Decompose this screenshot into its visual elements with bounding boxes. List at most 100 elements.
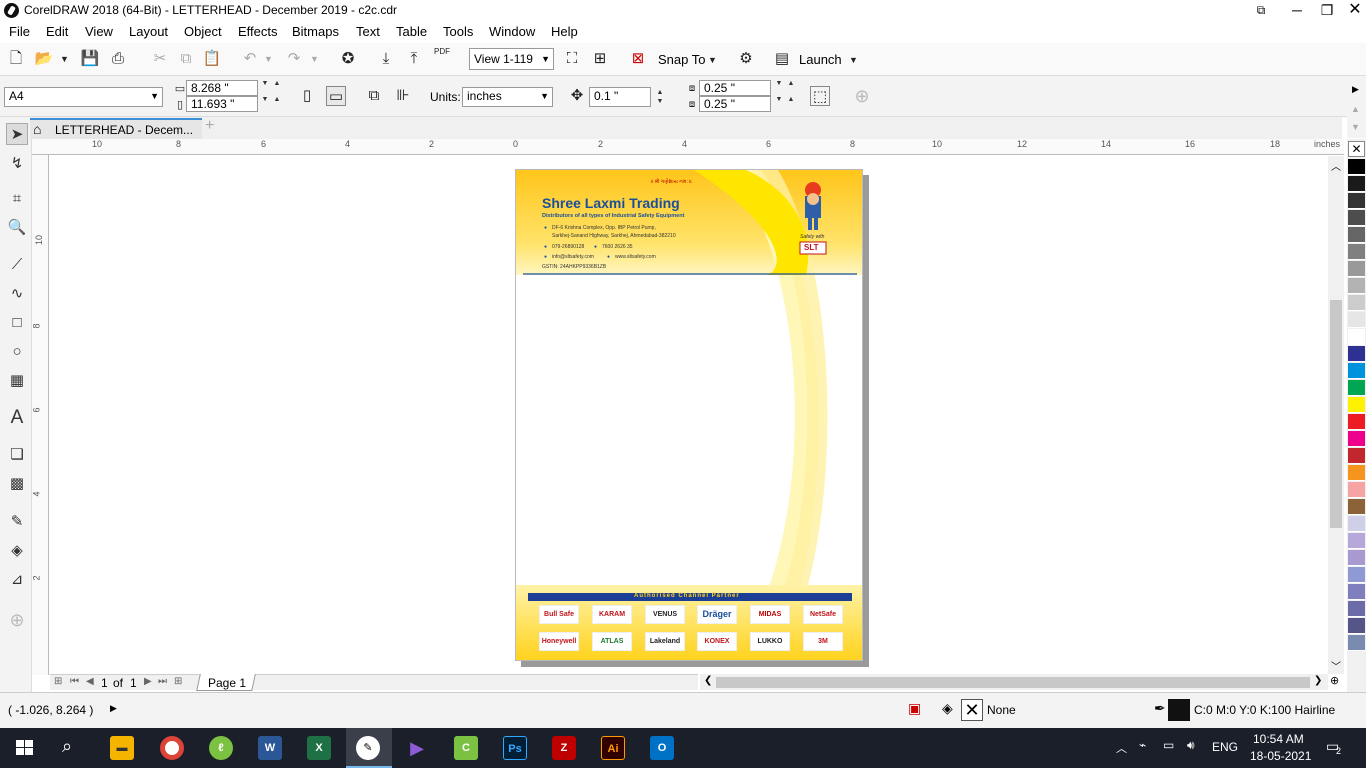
menu-table[interactable]: Table (396, 24, 427, 39)
paper-size-select[interactable]: A4 ▼ (4, 87, 163, 107)
camtasia-icon[interactable]: C (454, 736, 478, 760)
freehand-tool-icon[interactable]: ⟋ (6, 254, 28, 276)
last-page-icon[interactable]: ⏭ (158, 676, 167, 687)
dup-x-spinner-up[interactable]: ▲ (784, 80, 798, 96)
shape-tool-icon[interactable]: ↯ (6, 153, 28, 175)
snap-dropdown-icon[interactable]: ▼ (708, 55, 717, 65)
ellipse-tool-icon[interactable]: ○ (6, 341, 28, 363)
photoshop-icon[interactable]: Ps (503, 736, 527, 760)
first-page-icon[interactable]: ⏮ (70, 676, 79, 687)
import-icon[interactable]: ⤓ (376, 49, 396, 69)
print-icon[interactable]: ⎙ (108, 49, 128, 69)
artistic-media-icon[interactable]: ∿ (6, 283, 28, 305)
color-swatch[interactable] (1348, 210, 1365, 226)
publish-pdf-icon[interactable]: PDF (432, 47, 452, 67)
menu-help[interactable]: Help (551, 24, 578, 39)
color-swatch[interactable] (1348, 533, 1365, 549)
duplicate-x-input[interactable]: 0.25 " (699, 80, 771, 96)
account-icon[interactable]: ⧉ (1246, 0, 1276, 21)
add-page-after-icon[interactable]: ⊞ (174, 676, 182, 687)
color-swatch[interactable] (1348, 193, 1365, 209)
color-proof-icon[interactable]: ▣ (908, 700, 921, 717)
redo-dropdown-icon[interactable]: ▼ (310, 54, 319, 64)
next-page-icon[interactable]: ▶ (144, 676, 152, 687)
color-swatch[interactable] (1348, 567, 1365, 583)
outline-color-swatch[interactable] (1168, 699, 1190, 721)
menu-layout[interactable]: Layout (129, 24, 168, 39)
outlook-icon[interactable]: O (650, 736, 674, 760)
bleed-icon[interactable]: ⬚ (810, 86, 830, 106)
snap-icon[interactable]: ⊠ (628, 49, 648, 69)
paste-icon[interactable]: 📋 (202, 49, 222, 69)
page-width-input[interactable]: 8.268 " (186, 80, 258, 96)
table-tool-icon[interactable]: ▦ (6, 370, 28, 392)
corel-app-icon[interactable]: ℓ (209, 736, 233, 760)
search-content-icon[interactable]: ✪ (338, 49, 358, 69)
color-swatch[interactable] (1348, 380, 1365, 396)
scroll-up-icon[interactable]: ︿ (1331, 158, 1341, 173)
width-spinner-up[interactable]: ▲ (270, 80, 284, 96)
color-swatch[interactable] (1348, 312, 1365, 328)
close-button[interactable]: ✕ (1340, 0, 1366, 21)
previous-page-icon[interactable]: ◀ (86, 676, 94, 687)
crop-tool-icon[interactable]: ⌗ (6, 188, 28, 210)
no-fill-swatch[interactable]: ✕ (961, 699, 983, 721)
excel-icon[interactable]: X (307, 736, 331, 760)
scroll-down-icon[interactable]: ﹀ (1331, 658, 1341, 673)
no-color-swatch[interactable]: ✕ (1348, 141, 1365, 157)
color-swatch[interactable] (1348, 601, 1365, 617)
letterhead-page[interactable]: ॥ श्री ગણેશાય નમઃ ॥ Shree Laxmi Trading … (515, 169, 863, 661)
snap-to-label[interactable]: Snap To (658, 52, 705, 67)
menu-tools[interactable]: Tools (443, 24, 473, 39)
menu-text[interactable]: Text (356, 24, 380, 39)
color-swatch[interactable] (1348, 431, 1365, 447)
text-tool-icon[interactable]: A (6, 407, 28, 429)
new-document-icon[interactable]: 🗋 (6, 49, 26, 69)
all-pages-icon[interactable]: ⧉ (364, 86, 384, 106)
color-swatch[interactable] (1348, 244, 1365, 260)
launch-dropdown-icon[interactable]: ▼ (849, 55, 858, 65)
transparency-tool-icon[interactable]: ▩ (6, 473, 28, 495)
scroll-right-icon[interactable]: ❯ (1314, 675, 1322, 686)
page-tab-label[interactable]: Page 1 (208, 676, 246, 690)
current-page-icon[interactable]: ⊪ (393, 86, 413, 106)
units-select[interactable]: inches ▼ (462, 87, 553, 107)
minimize-button[interactable]: ─ (1282, 0, 1312, 21)
menu-file[interactable]: File (9, 24, 30, 39)
volume-icon[interactable]: 🔊︎ (1187, 738, 1195, 753)
landscape-icon[interactable]: ▭ (326, 86, 346, 106)
gear-icon[interactable]: ⚙ (736, 49, 756, 69)
color-swatch[interactable] (1348, 584, 1365, 600)
menu-effects[interactable]: Effects (238, 24, 278, 39)
color-swatch[interactable] (1348, 550, 1365, 566)
file-explorer-icon[interactable]: ▬ (110, 736, 134, 760)
add-tool-icon[interactable]: ⊕ (6, 609, 28, 631)
fill-icon[interactable]: ◈ (942, 700, 953, 717)
network-icon[interactable]: ⌁ (1139, 738, 1146, 752)
redo-icon[interactable]: ↷ (284, 49, 304, 69)
color-swatch[interactable] (1348, 397, 1365, 413)
menu-view[interactable]: View (85, 24, 113, 39)
horizontal-scroll-thumb[interactable] (716, 677, 1310, 688)
add-icon[interactable]: ⊕ (852, 86, 872, 106)
color-swatch[interactable] (1348, 227, 1365, 243)
document-tab[interactable]: ⌂ LETTERHEAD - Decem... (30, 118, 202, 139)
portrait-icon[interactable]: ▯ (297, 86, 317, 106)
undo-dropdown-icon[interactable]: ▼ (264, 54, 273, 64)
dup-y-spinner-up[interactable]: ▲ (784, 96, 798, 112)
color-swatch[interactable] (1348, 618, 1365, 634)
media-player-icon[interactable]: ▶ (405, 736, 429, 760)
scroll-left-icon[interactable]: ❮ (704, 675, 712, 686)
save-icon[interactable]: 💾 (80, 49, 100, 69)
eyedropper-tool-icon[interactable]: ✎ (6, 511, 28, 533)
shadow-tool-icon[interactable]: ❏ (6, 444, 28, 466)
launch-label[interactable]: Launch (799, 52, 842, 67)
full-screen-icon[interactable]: ⛶ (562, 49, 582, 69)
menu-window[interactable]: Window (489, 24, 535, 39)
color-swatch[interactable] (1348, 482, 1365, 498)
nudge-input[interactable]: 0.1 " (589, 87, 651, 107)
scroll-down-icon[interactable]: ▼ (1351, 122, 1360, 132)
rectangle-tool-icon[interactable]: □ (6, 312, 28, 334)
undo-icon[interactable]: ↶ (240, 49, 260, 69)
smart-fill-icon[interactable]: ⊿ (6, 569, 28, 591)
